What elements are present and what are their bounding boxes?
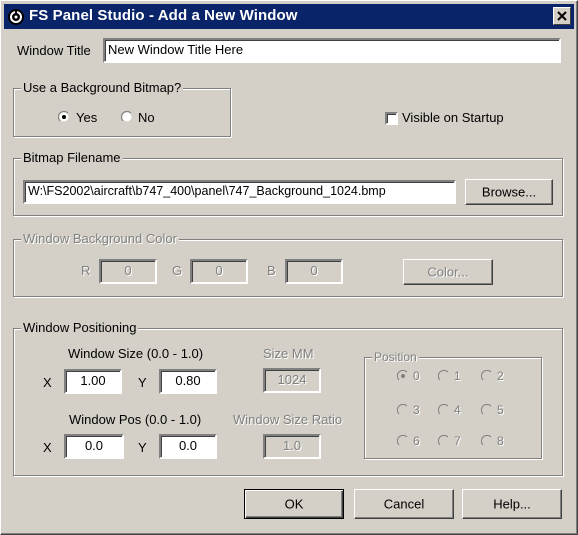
position-radio-label-4: 4	[454, 403, 461, 417]
b-input[interactable]: 0	[285, 259, 343, 284]
ok-button[interactable]: OK	[244, 489, 344, 519]
app-icon	[8, 9, 24, 25]
window-size-label: Window Size (0.0 - 1.0)	[68, 346, 204, 361]
visible-on-startup-label[interactable]: Visible on Startup	[402, 110, 504, 125]
radio-no[interactable]	[121, 111, 133, 123]
position-radio-label-6: 6	[413, 434, 420, 448]
title-bar[interactable]: FS Panel Studio - Add a New Window	[4, 4, 574, 29]
help-button[interactable]: Help...	[462, 489, 562, 519]
color-button-label: Color...	[427, 264, 469, 280]
pos-y-input[interactable]: 0.0	[159, 434, 217, 459]
position-radio-label-3: 3	[413, 403, 420, 417]
background-color-group-label: Window Background Color	[21, 231, 179, 246]
r-label: R	[81, 263, 91, 278]
radio-yes-label[interactable]: Yes	[76, 110, 97, 125]
position-radio-label-7: 7	[454, 434, 461, 448]
window-size-ratio-input[interactable]: 1.0	[263, 434, 321, 459]
window-positioning-group-label: Window Positioning	[21, 320, 139, 335]
ok-button-label: OK	[284, 496, 304, 512]
g-label: G	[172, 263, 183, 278]
position-radio-6[interactable]	[397, 435, 409, 447]
color-button[interactable]: Color...	[403, 259, 493, 285]
radio-yes[interactable]	[58, 111, 70, 123]
bitmap-filename-input[interactable]: W:\FS2002\aircraft\b747_400\panel\747_Ba…	[23, 180, 456, 204]
b-label: B	[267, 263, 276, 278]
position-radio-8[interactable]	[481, 435, 493, 447]
position-radio-5[interactable]	[481, 404, 493, 416]
size-x-input[interactable]: 1.00	[64, 369, 122, 394]
browse-button-label: Browse...	[481, 184, 537, 200]
size-y-label: Y	[138, 375, 147, 390]
close-button[interactable]	[553, 7, 571, 25]
pos-x-input[interactable]: 0.0	[64, 434, 124, 459]
help-button-label: Help...	[493, 496, 531, 512]
position-radio-label-2: 2	[497, 369, 504, 383]
browse-button[interactable]: Browse...	[465, 179, 553, 205]
size-x-label: X	[43, 375, 52, 390]
position-radio-0[interactable]	[397, 370, 409, 382]
cancel-button[interactable]: Cancel	[354, 489, 454, 519]
pos-y-label: Y	[138, 440, 147, 455]
position-radio-1[interactable]	[438, 370, 450, 382]
position-group: Position	[364, 350, 542, 459]
pos-x-label: X	[43, 440, 52, 455]
size-y-input[interactable]: 0.80	[159, 369, 217, 394]
size-mm-label: Size MM	[263, 346, 314, 361]
close-icon	[557, 11, 567, 21]
r-input[interactable]: 0	[99, 259, 157, 284]
position-radio-label-0: 0	[413, 369, 420, 383]
visible-on-startup-checkbox[interactable]	[385, 112, 398, 125]
window-title-label: Window Title	[17, 43, 91, 58]
g-input[interactable]: 0	[190, 259, 248, 284]
position-radio-4[interactable]	[438, 404, 450, 416]
bitmap-filename-group-label: Bitmap Filename	[21, 150, 123, 165]
position-radio-2[interactable]	[481, 370, 493, 382]
radio-no-label[interactable]: No	[138, 110, 155, 125]
position-radio-label-8: 8	[497, 434, 504, 448]
cancel-button-label: Cancel	[383, 496, 425, 512]
window-title-input[interactable]: New Window Title Here	[103, 38, 561, 63]
position-radio-7[interactable]	[438, 435, 450, 447]
background-bitmap-group-label: Use a Background Bitmap?	[21, 80, 184, 95]
position-radio-3[interactable]	[397, 404, 409, 416]
window-pos-label: Window Pos (0.0 - 1.0)	[69, 412, 202, 427]
window-size-ratio-label: Window Size Ratio	[233, 412, 343, 427]
dialog-window: FS Panel Studio - Add a New Window Windo…	[0, 0, 578, 535]
size-mm-input[interactable]: 1024	[263, 368, 321, 393]
position-group-label: Position	[372, 350, 419, 364]
position-radio-label-1: 1	[454, 369, 461, 383]
position-radio-label-5: 5	[497, 403, 504, 417]
window-title: FS Panel Studio - Add a New Window	[29, 7, 298, 24]
